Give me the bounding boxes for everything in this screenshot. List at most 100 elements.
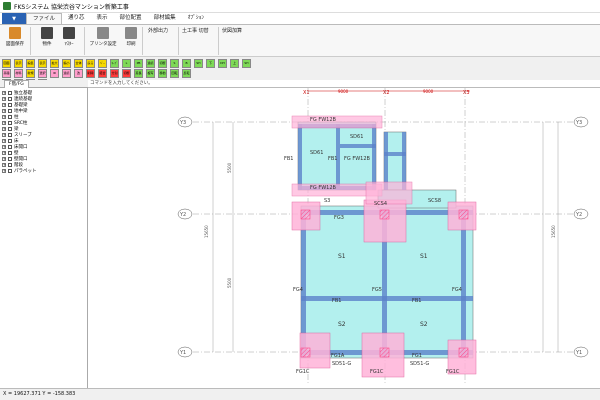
column-x3-y2[interactable]	[458, 209, 469, 220]
toolbar-row1-button[interactable]: 編集	[26, 59, 35, 68]
toolbar-row1-button[interactable]: 下	[206, 59, 215, 68]
toolbar-row1-button[interactable]: L	[122, 59, 131, 68]
toolbar-row1-button[interactable]: 拡大	[50, 59, 59, 68]
toolbar-row2-button[interactable]: 分割	[110, 69, 119, 78]
expand-icon[interactable]: +	[2, 151, 6, 155]
toolbar-row2-button[interactable]: 移動	[158, 69, 167, 78]
toolbar-row1-button[interactable]: PB	[134, 59, 143, 68]
toolbar-row1-button[interactable]: 切断	[158, 59, 167, 68]
expand-icon[interactable]: +	[2, 169, 6, 173]
command-input[interactable]: コマンドを入力してください。	[88, 80, 600, 88]
expand-icon[interactable]: +	[2, 103, 6, 107]
toolbar-row1-button[interactable]: ｷｰﾌﾟ	[110, 59, 119, 68]
toolbar-row2-button[interactable]: 改	[74, 69, 83, 78]
expand-icon[interactable]: +	[2, 139, 6, 143]
visibility-checkbox[interactable]	[8, 157, 12, 161]
tab-options[interactable]: ｵﾌﾟｼｮﾝ	[182, 13, 211, 24]
printer-settings-button[interactable]: プリンタ設定	[88, 27, 118, 55]
beam-stair-right[interactable]	[402, 132, 406, 190]
toolbar-row2-button[interactable]: ID	[50, 69, 59, 78]
visibility-checkbox[interactable]	[8, 151, 12, 155]
toolbar-row1-button[interactable]: SH	[194, 59, 203, 68]
expand-icon[interactable]: +	[2, 127, 6, 131]
beam-upper-right[interactable]	[372, 124, 376, 190]
expand-icon[interactable]: +	[2, 91, 6, 95]
visibility-checkbox[interactable]	[8, 163, 12, 167]
visibility-checkbox[interactable]	[8, 103, 12, 107]
visibility-checkbox[interactable]	[8, 97, 12, 101]
footing-stair-base[interactable]	[365, 181, 413, 205]
toolbar-row2-button[interactable]: 材料	[14, 69, 23, 78]
tab-member-edit[interactable]: 部材編集	[148, 13, 182, 24]
toolbar-row2-button[interactable]: 回転	[170, 69, 179, 78]
tab-file[interactable]: ファイル	[26, 13, 63, 24]
column-x1-y1[interactable]	[300, 347, 311, 358]
column-x2-y2[interactable]	[379, 209, 390, 220]
visibility-checkbox[interactable]	[8, 109, 12, 113]
plan-add-button[interactable]: 伏図加算	[222, 27, 242, 34]
toolbar-row2-button[interactable]: 基礎	[2, 69, 11, 78]
column-x3-y1[interactable]	[458, 347, 469, 358]
visibility-checkbox[interactable]	[8, 115, 12, 119]
visibility-checkbox[interactable]	[8, 133, 12, 137]
toolbar-row1-button[interactable]: 図面移動	[2, 59, 11, 68]
expand-icon[interactable]: +	[2, 157, 6, 161]
tab-view[interactable]: 表示	[91, 13, 114, 24]
save-drawing-button[interactable]: 図面保存	[4, 27, 26, 55]
toolbar-row1-button[interactable]: 縮小	[62, 59, 71, 68]
expand-icon[interactable]: +	[2, 121, 6, 125]
tab-grid-lines[interactable]: 通り芯	[62, 13, 91, 24]
earthwork-switch-button[interactable]: 土工事 切替	[182, 27, 209, 34]
panel-tab[interactable]: F階/FG	[4, 80, 29, 88]
column-x2-y1[interactable]	[379, 347, 390, 358]
visibility-checkbox[interactable]	[8, 169, 12, 173]
toolbar-row1-button[interactable]: B	[182, 59, 191, 68]
toolbar-row1-button[interactable]: SH	[242, 59, 251, 68]
property-button[interactable]: 物件	[36, 27, 58, 55]
beam-stair-mid[interactable]	[384, 152, 406, 156]
visibility-checkbox[interactable]	[8, 139, 12, 143]
toolbar-row2-button[interactable]: 反転	[182, 69, 191, 78]
toolbar-row1-button[interactable]: S	[170, 59, 179, 68]
expand-icon[interactable]: +	[2, 133, 6, 137]
beam-fg4-right[interactable]	[461, 210, 466, 358]
beam-upper-left[interactable]	[298, 124, 302, 190]
external-output-button[interactable]: 外部出力	[148, 27, 168, 34]
toolbar-row2-button[interactable]: 複写	[146, 69, 155, 78]
toolbar-row1-button[interactable]: 表示	[38, 59, 47, 68]
drawing-canvas[interactable]: X1 X2 X3 9000 9000 15650 5500 5500 15650…	[88, 88, 600, 388]
tree-item[interactable]: + パラペット	[2, 168, 37, 174]
toolbar-row2-button[interactable]: 切断	[122, 69, 131, 78]
tab-part-placement[interactable]: 部位配置	[114, 13, 148, 24]
expand-icon[interactable]: +	[2, 97, 6, 101]
app-menu-button[interactable]: ▼	[2, 13, 26, 24]
beam-stair-left[interactable]	[384, 132, 388, 190]
column-x1-y2[interactable]	[300, 209, 311, 220]
visibility-checkbox[interactable]	[8, 121, 12, 125]
expand-icon[interactable]: +	[2, 115, 6, 119]
visibility-checkbox[interactable]	[8, 145, 12, 149]
toolbar-row1-button[interactable]: 全体	[74, 59, 83, 68]
master-button[interactable]: ﾏｽﾀｰ	[58, 27, 80, 55]
toolbar-row2-button[interactable]: 選択	[38, 69, 47, 78]
visibility-checkbox[interactable]	[8, 127, 12, 131]
visibility-checkbox[interactable]	[8, 91, 12, 95]
print-button[interactable]: 印刷	[120, 27, 142, 55]
toolbar-row2-button[interactable]: 連続	[62, 69, 71, 78]
toolbar-row1-button[interactable]: 連続	[146, 59, 155, 68]
toolbar-row1-button[interactable]: DH	[218, 59, 227, 68]
toolbar-row2-button[interactable]: 結合	[98, 69, 107, 78]
toolbar-row1-button[interactable]: 上	[230, 59, 239, 68]
drawing-svg[interactable]: X1 X2 X3 9000 9000 15650 5500 5500 15650…	[88, 88, 600, 388]
toolbar-row1-button[interactable]: ﾍﾟｰｼﾞ	[98, 59, 107, 68]
expand-icon[interactable]: +	[2, 109, 6, 113]
toolbar-row2-button[interactable]: 新規	[26, 69, 35, 78]
toolbar-row1-button[interactable]: 表示	[14, 59, 23, 68]
toolbar-row2-button[interactable]: 削除	[86, 69, 95, 78]
toolbar-row1-button[interactable]: 戻る	[86, 59, 95, 68]
beam-upper-inner[interactable]	[340, 144, 376, 148]
expand-icon[interactable]: +	[2, 163, 6, 167]
expand-icon[interactable]: +	[2, 145, 6, 149]
toolbar-row2-button[interactable]: 延長	[134, 69, 143, 78]
footing-upper-top[interactable]	[291, 115, 383, 129]
